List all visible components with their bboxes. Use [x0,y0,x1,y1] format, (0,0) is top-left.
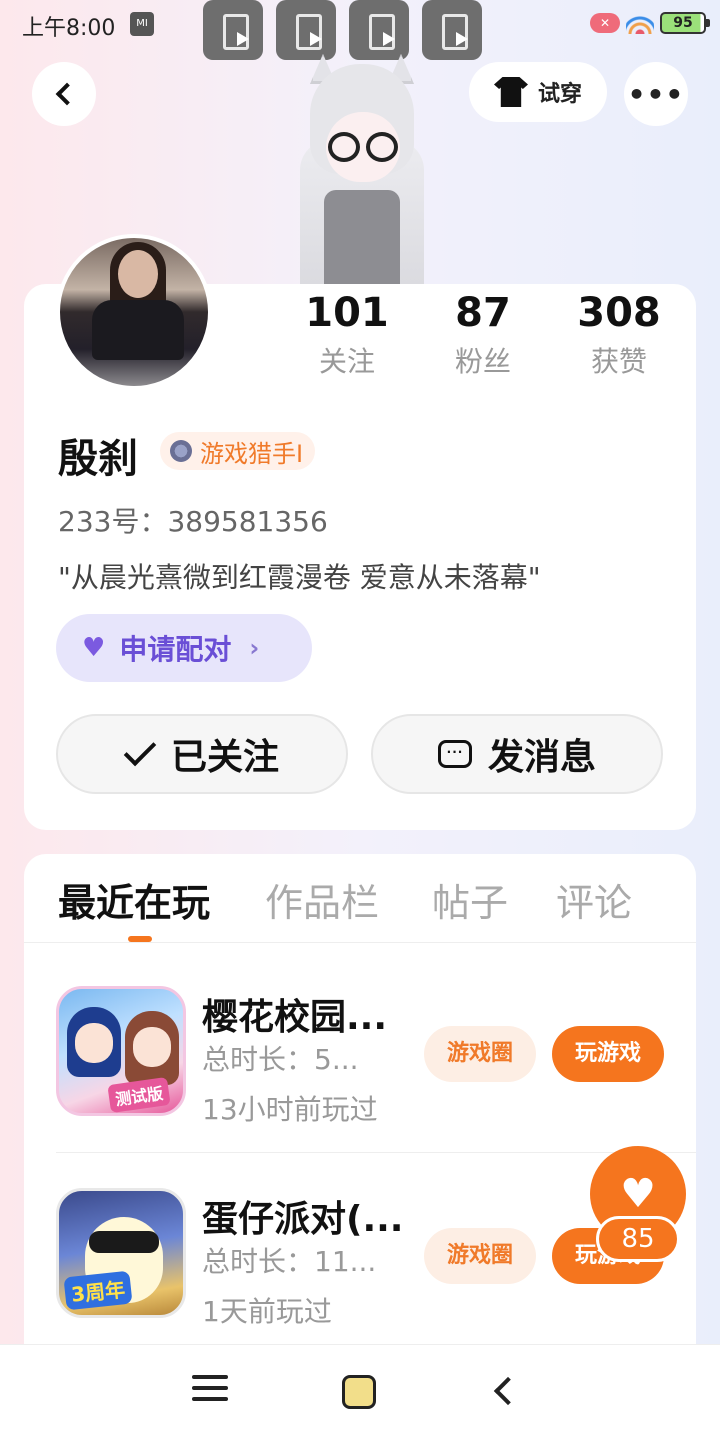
chevron-right-icon: › [249,634,260,662]
game-duration: 总时长：11... [202,1245,377,1278]
try-on-label: 试穿 [537,82,582,107]
send-message-label: 发消息 [487,737,596,778]
avatar-face [118,250,158,298]
back-icon[interactable] [493,1376,523,1406]
try-on-button[interactable]: 试穿 [469,62,607,122]
tab-comments[interactable]: 评论 [556,872,632,927]
username: 殷刹 [58,436,138,482]
tab-posts[interactable]: 帖子 [432,872,508,927]
stat-following-count: 101 [305,290,389,336]
menu-icon[interactable] [192,1375,228,1407]
system-nav-bar [0,1344,720,1440]
stat-likes-label: 获赞 [590,345,647,378]
game-last-played: 1天前玩过 [202,1295,332,1328]
heart-icon: ♥ [620,1171,656,1217]
stat-likes-count: 308 [577,290,661,336]
game-duration: 总时长：5... [202,1043,359,1076]
stat-fans-label: 粉丝 [454,345,511,378]
send-message-button[interactable]: ··· 发消息 [371,714,663,794]
stat-following[interactable]: 101 关注 [287,290,407,380]
stat-fans-count: 87 [455,290,511,336]
match-label: 申请配对 [119,633,232,666]
game-circle-button[interactable]: 游戏圈 [424,1026,536,1082]
home-icon[interactable] [342,1375,376,1409]
bio: "从晨光熹微到红霞漫卷 爱意从未落幕" [58,561,541,594]
shirt-icon [493,77,528,107]
user-id: 233号：389581356 [58,505,328,538]
stat-following-label: 关注 [318,345,375,378]
mi-icon: MI [130,12,154,36]
chat-bubble-icon: ··· [437,740,472,768]
tab-recently-played[interactable]: 最近在玩 [58,872,210,927]
like-count: 85 [596,1216,680,1262]
game-icon-label: 测试版 [107,1076,171,1113]
back-button[interactable] [32,62,96,126]
following-label: 已关注 [170,737,279,778]
game-icon-sakura-school: 测试版 [56,986,186,1116]
game-icon-eggy-party: 3周年 [56,1188,186,1318]
more-icon: ••• [627,77,685,111]
following-button[interactable]: 已关注 [56,714,348,794]
badge-icon [170,440,192,462]
notification-video-icon [203,0,263,60]
stat-fans[interactable]: 87 粉丝 [423,290,543,380]
status-time: 上午8:00 [22,16,116,41]
check-icon [123,733,157,767]
sim-off-icon: ✕ [590,13,620,33]
match-request-button[interactable]: ♥ 申请配对 › [56,614,312,682]
game-row[interactable]: 测试版 樱花校园... 总时长：5... 13小时前玩过 游戏圈 玩游戏 [56,986,696,1126]
glasses-left [328,132,360,162]
play-game-button[interactable]: 玩游戏 [552,1026,664,1082]
stat-likes[interactable]: 308 获赞 [559,290,679,380]
game-circle-button[interactable]: 游戏圈 [424,1228,536,1284]
egg-sunglasses [89,1231,159,1253]
avatar-character-illustration [280,50,440,286]
game-name: 蛋仔派对(... [202,1199,404,1240]
avatar-body [92,300,184,360]
wifi-icon [626,12,654,34]
title-badge[interactable]: 游戏猎手I [160,432,316,470]
game-icon-label: 3周年 [63,1270,133,1311]
tabs-divider [24,942,696,943]
character-body [324,190,400,286]
avatar[interactable] [56,234,212,390]
game-name: 樱花校园... [202,997,388,1038]
game-char-left-face [75,1023,113,1063]
battery-indicator: 95 [660,12,710,34]
status-bar: 上午8:00 MI ✕ 95 [0,0,720,60]
glasses-right [366,132,398,162]
title-badge-label: 游戏猎手I [200,439,304,468]
back-arrow-icon [55,82,79,106]
game-char-right-face [133,1027,171,1067]
row-divider [56,1152,696,1153]
status-icons: ✕ 95 [590,12,710,34]
tab-works[interactable]: 作品栏 [265,872,379,927]
game-last-played: 13小时前玩过 [202,1093,378,1126]
heart-icon: ♥ [82,633,106,663]
more-options-button[interactable]: ••• [624,62,688,126]
